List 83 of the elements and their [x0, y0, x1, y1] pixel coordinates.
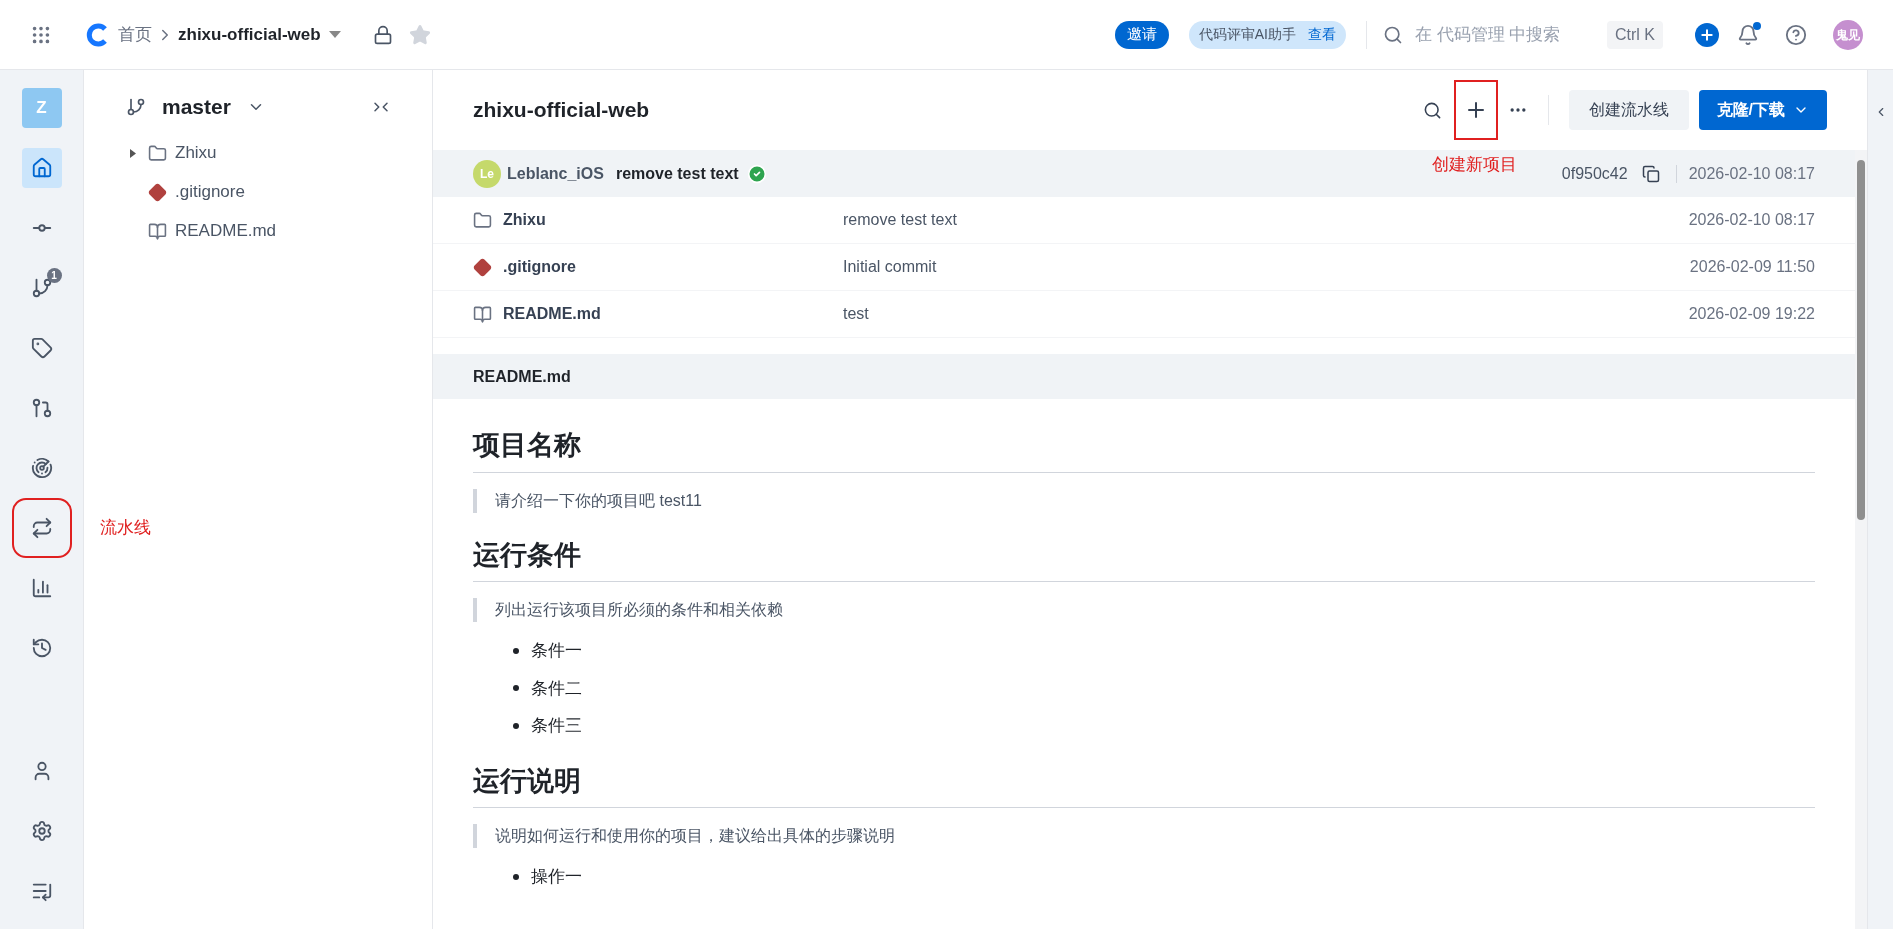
- caret-icon[interactable]: [328, 30, 341, 39]
- shortcut-hint: Ctrl K: [1607, 20, 1663, 49]
- commit-time: 2026-02-10 08:17: [1688, 163, 1815, 184]
- annotation-label: 创建新项目: [1431, 154, 1517, 176]
- bullet-icon: [513, 722, 519, 729]
- create-pipeline-button[interactable]: 创建流水线: [1568, 90, 1689, 130]
- help-icon[interactable]: [1785, 23, 1807, 46]
- tag-icon: [30, 337, 53, 359]
- readme-quote: 请介绍一下你的项目吧 test11: [473, 488, 1815, 513]
- readme-heading: 项目名称: [473, 425, 1815, 473]
- list-item: 条件二: [531, 677, 582, 700]
- commit-hash[interactable]: 0f950c42: [1561, 161, 1628, 186]
- lock-icon: [372, 24, 393, 45]
- file-row[interactable]: Zhixu remove test text 2026-02-10 08:17: [433, 197, 1855, 244]
- book-icon: [473, 304, 492, 324]
- tree-item[interactable]: Zhixu: [126, 142, 390, 164]
- tree-item[interactable]: .gitignore: [126, 181, 390, 203]
- copy-icon[interactable]: [1641, 164, 1660, 183]
- star-icon[interactable]: [408, 23, 431, 46]
- file-time: 2026-02-09 11:50: [1689, 257, 1815, 277]
- repo-name[interactable]: zhixu-official-web: [178, 21, 321, 48]
- folder-icon: [473, 210, 492, 230]
- tree-item-name: README.md: [175, 220, 277, 243]
- pipeline-icon: [30, 517, 53, 539]
- author-avatar: Le: [473, 159, 501, 188]
- plus-icon: [1699, 26, 1715, 43]
- bullet-icon: [513, 647, 519, 654]
- bullet-icon: [513, 685, 519, 692]
- readme-quote: 列出运行该项目所必须的条件和相关依赖: [473, 598, 1815, 622]
- git-icon: [473, 257, 492, 277]
- radar-icon: [30, 457, 53, 479]
- notification-icon[interactable]: [1737, 23, 1759, 46]
- list-item: 条件三: [531, 715, 582, 737]
- tree-item-name: Zhixu: [175, 142, 217, 165]
- folder-icon: [148, 143, 167, 163]
- git-icon: [148, 182, 167, 202]
- file-commit-message: remove test text: [843, 210, 957, 230]
- search-icon[interactable]: [1422, 100, 1442, 120]
- ai-assistant-label: 代码评审AI助手: [1198, 25, 1296, 44]
- readme-heading: 运行说明: [473, 760, 1815, 808]
- pull-request-icon: [30, 397, 53, 419]
- branch-icon: [126, 97, 146, 117]
- file-name: Zhixu: [503, 210, 547, 230]
- settings-icon: [30, 820, 53, 842]
- list-item: 条件一: [531, 640, 582, 662]
- annotation-label: 流水线: [99, 517, 151, 540]
- list-item: 操作一: [531, 866, 582, 888]
- add-button[interactable]: [1695, 22, 1719, 47]
- book-icon: [148, 221, 167, 241]
- history-icon: [30, 637, 53, 659]
- file-time: 2026-02-09 19:22: [1688, 304, 1815, 324]
- count-badge: 1: [46, 268, 62, 283]
- commit-message[interactable]: remove test text: [615, 161, 739, 186]
- repo-title: zhixu-official-web: [473, 97, 650, 124]
- bar-chart-icon: [30, 577, 53, 599]
- invite-button[interactable]: 邀请: [1114, 20, 1169, 49]
- logo-icon: [86, 22, 110, 47]
- file-name: .gitignore: [503, 257, 577, 277]
- nav-item[interactable]: [21, 148, 62, 188]
- file-row[interactable]: .gitignore Initial commit 2026-02-09 11:50: [433, 244, 1855, 291]
- file-name: README.md: [503, 304, 602, 324]
- breadcrumb-home[interactable]: 首页: [118, 21, 152, 48]
- clone-button[interactable]: 克隆/下载: [1698, 90, 1827, 130]
- branch-name[interactable]: master: [162, 91, 231, 123]
- file-time: 2026-02-10 08:17: [1688, 210, 1815, 230]
- tree-item-name: .gitignore: [175, 181, 245, 204]
- tree-item[interactable]: README.md: [126, 220, 390, 242]
- readme-quote: 说明如何运行和使用你的项目，建议给出具体的步骤说明: [473, 824, 1815, 848]
- branch-icon: [30, 277, 53, 299]
- readme-heading: 运行条件: [473, 534, 1815, 582]
- commit-author[interactable]: Leblanc_iOS: [507, 161, 604, 186]
- file-commit-message: Initial commit: [843, 257, 937, 277]
- file-commit-message: test: [843, 304, 869, 324]
- search-icon: [1383, 24, 1403, 45]
- new-item-button[interactable]: [1453, 80, 1498, 140]
- view-link[interactable]: 查看: [1308, 24, 1336, 45]
- search-field[interactable]: 在 代码管理 中搜索: [1415, 21, 1595, 48]
- bullet-icon: [513, 873, 519, 880]
- file-row[interactable]: README.md test 2026-02-09 19:22: [433, 291, 1855, 338]
- readme-filename: README.md: [473, 366, 571, 387]
- nav-item[interactable]: 1: [21, 268, 62, 308]
- home-icon: [30, 157, 53, 179]
- collapsed-caret-icon[interactable]: [129, 148, 137, 158]
